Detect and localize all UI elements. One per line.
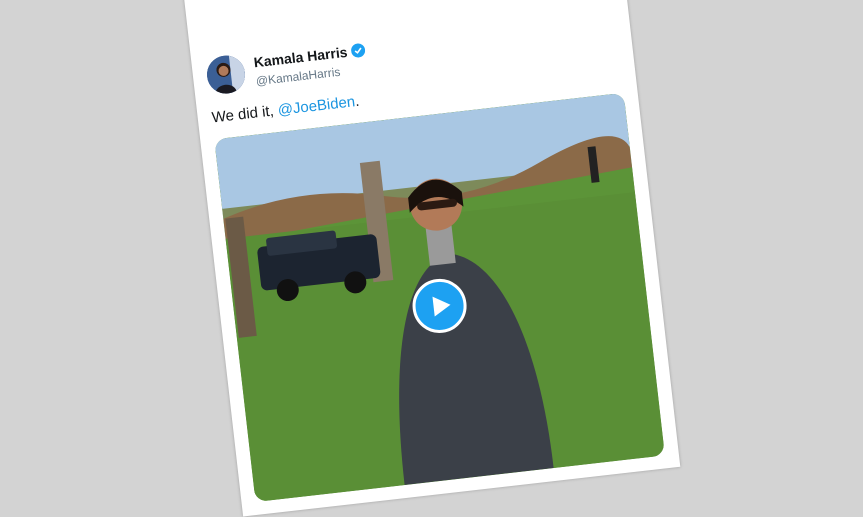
tweet-text: We did it, @JoeBiden. — [211, 93, 360, 127]
tweet-text-prefix: We did it, — [210, 102, 279, 127]
tweet-text-suffix: . — [354, 92, 361, 111]
author-info: Kamala Harris @KamalaHarris — [253, 42, 368, 88]
avatar-image — [204, 53, 248, 96]
video-player[interactable] — [214, 92, 665, 503]
mention-link[interactable]: @JoeBiden — [277, 93, 356, 119]
tweet-card: Kamala Harris @KamalaHarris We did it, @… — [182, 0, 681, 517]
avatar[interactable] — [204, 53, 248, 96]
play-icon — [432, 296, 451, 317]
verified-badge-icon — [351, 43, 366, 58]
